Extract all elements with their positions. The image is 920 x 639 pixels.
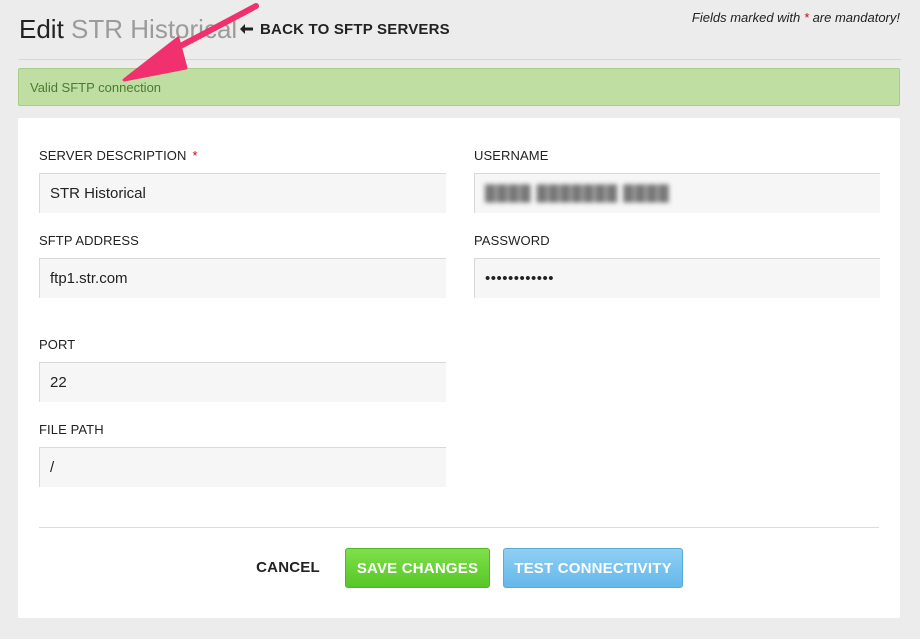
username-input[interactable]: ████ ███████ ████ bbox=[474, 173, 880, 213]
back-to-sftp-servers-link[interactable]: BACK TO SFTP SERVERS bbox=[240, 20, 450, 40]
username-label: USERNAME bbox=[474, 148, 549, 163]
server-description-input[interactable] bbox=[39, 173, 446, 213]
password-label: PASSWORD bbox=[474, 233, 550, 248]
back-link-label: BACK TO SFTP SERVERS bbox=[260, 21, 450, 38]
file-path-label: FILE PATH bbox=[39, 422, 104, 437]
form-divider bbox=[39, 527, 879, 528]
file-path-input[interactable] bbox=[39, 447, 446, 487]
test-connectivity-button[interactable]: TEST CONNECTIVITY bbox=[503, 548, 683, 588]
header-divider bbox=[19, 59, 901, 60]
page-title: Edit STR Historical bbox=[19, 12, 237, 46]
arrow-left-icon bbox=[240, 20, 254, 40]
password-input[interactable]: •••••••••••• bbox=[474, 258, 880, 298]
sftp-address-label: SFTP ADDRESS bbox=[39, 233, 139, 248]
port-label: PORT bbox=[39, 337, 76, 352]
save-changes-button[interactable]: SAVE CHANGES bbox=[345, 548, 490, 588]
required-star: * bbox=[192, 148, 198, 163]
cancel-button[interactable]: CANCEL bbox=[243, 548, 333, 588]
page-title-server-name: STR Historical bbox=[71, 14, 238, 44]
page-header: Edit STR Historical BACK TO SFTP SERVERS… bbox=[0, 0, 920, 60]
mandatory-note: Fields marked with * are mandatory! bbox=[691, 10, 900, 25]
password-value: •••••••••••• bbox=[485, 270, 555, 287]
username-value-blurred: ████ ███████ ████ bbox=[485, 185, 670, 202]
sftp-server-form: SERVER DESCRIPTION* USERNAME ████ ██████… bbox=[18, 118, 900, 618]
sftp-address-input[interactable] bbox=[39, 258, 446, 298]
page-title-prefix: Edit bbox=[19, 14, 64, 44]
alert-message: Valid SFTP connection bbox=[30, 80, 162, 95]
port-input[interactable] bbox=[39, 362, 446, 402]
server-description-label: SERVER DESCRIPTION * bbox=[39, 148, 198, 163]
success-alert: Valid SFTP connection bbox=[18, 68, 900, 106]
